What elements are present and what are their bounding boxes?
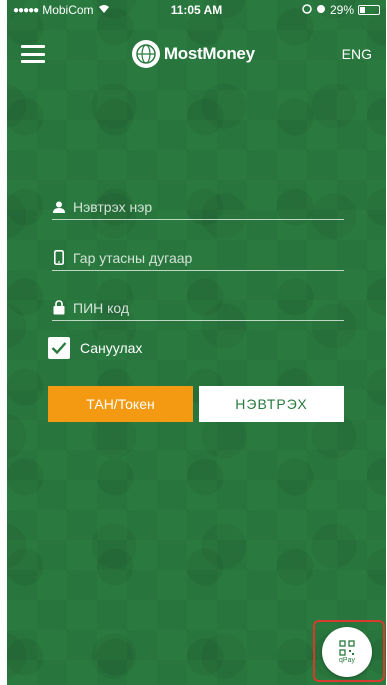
menu-icon[interactable] [21,45,45,63]
app-header: MostMoney ENG [7,34,386,74]
carrier-name: MobiCom [42,3,94,17]
user-icon [52,201,65,213]
remember-checkbox[interactable] [48,337,70,359]
app-name: MostMoney [163,44,255,63]
signal-icon: ●●●●● [13,4,39,16]
status-left: ●●●●● MobiCom [13,3,110,17]
remember-row: Сануулах [48,337,142,359]
app-logo: MostMoney [131,40,255,68]
phone-icon [52,250,65,265]
status-bar: ●●●●● MobiCom 11:05 AM 29% [7,0,386,20]
battery-percent: 29% [329,3,354,17]
globe-logo-icon [131,40,160,68]
battery-icon [358,5,380,15]
checkmark-icon [51,342,67,355]
lock-icon [52,300,65,315]
tan-token-button[interactable]: ТАН/Токен [48,386,193,422]
app-screen: ●●●●● MobiCom 11:05 AM 29% MostMoney ENG… [7,0,386,685]
pin-field[interactable] [52,295,344,321]
login-button[interactable]: НЭВТРЭХ [199,386,344,422]
lock-rotation-icon [302,3,312,17]
remember-label: Сануулах [80,340,143,356]
username-input[interactable] [73,198,344,215]
qr-code-icon [339,640,355,656]
phone-field[interactable] [52,245,344,271]
pin-input[interactable] [73,299,344,316]
wifi-icon [98,3,110,17]
qpay-label: qPay [339,657,355,664]
alarm-icon [316,3,326,17]
username-field[interactable] [52,194,344,220]
qpay-button[interactable]: qPay [322,627,372,677]
status-right: 29% [302,3,380,17]
status-time: 11:05 AM [170,3,223,17]
phone-input[interactable] [73,249,344,266]
language-switch[interactable]: ENG [342,46,372,62]
